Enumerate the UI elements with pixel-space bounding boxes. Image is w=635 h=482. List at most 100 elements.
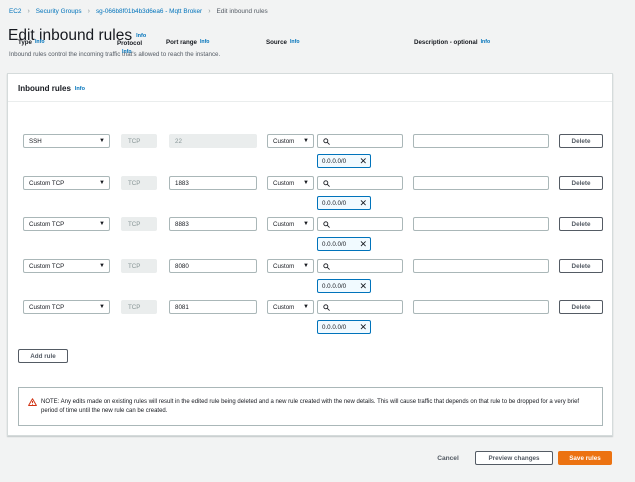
port-range-input: 22: [169, 134, 257, 148]
type-select[interactable]: SSH ▼: [23, 134, 110, 148]
port-range-input[interactable]: 1883: [169, 176, 257, 190]
cidr-token: 0.0.0.0/0 ✕: [317, 154, 371, 168]
description-info-link[interactable]: Info: [481, 39, 491, 45]
breadcrumb-security-groups[interactable]: Security Groups: [36, 8, 82, 15]
column-source-label: Source: [266, 39, 287, 46]
type-select[interactable]: Custom TCP ▼: [23, 300, 110, 314]
type-select[interactable]: Custom TCP ▼: [23, 259, 110, 273]
type-select[interactable]: Custom TCP ▼: [23, 176, 110, 190]
caret-down-icon: ▼: [303, 304, 309, 310]
caret-down-icon: ▼: [99, 180, 105, 186]
close-icon[interactable]: ✕: [359, 156, 367, 167]
close-icon[interactable]: ✕: [359, 322, 367, 333]
column-protocol-label: Protocol: [117, 40, 143, 47]
source-search-input[interactable]: [317, 259, 403, 273]
add-rule-button[interactable]: Add rule: [18, 349, 68, 363]
source-type-select[interactable]: Custom ▼: [267, 300, 314, 314]
inbound-rules-panel: Inbound rules Info: [7, 73, 613, 436]
search-icon: [323, 180, 330, 187]
breadcrumb-ec2[interactable]: EC2: [9, 8, 21, 15]
cidr-value: 0.0.0.0/0: [322, 323, 347, 331]
caret-down-icon: ▼: [99, 221, 105, 227]
port-range-input[interactable]: 8080: [169, 259, 257, 273]
save-rules-button[interactable]: Save rules: [558, 451, 612, 465]
source-search-input[interactable]: [317, 300, 403, 314]
source-search-input[interactable]: [317, 176, 403, 190]
caret-down-icon: ▼: [99, 138, 105, 144]
type-info-link[interactable]: Info: [35, 39, 45, 45]
source-search-input[interactable]: [317, 134, 403, 148]
breadcrumb-security-group[interactable]: sg-066b8f01b4b3d6ea6 - Mqtt Broker: [96, 8, 202, 15]
cidr-token: 0.0.0.0/0 ✕: [317, 320, 371, 334]
delete-button[interactable]: Delete: [559, 134, 603, 148]
chevron-right-icon: ›: [208, 7, 211, 15]
delete-button[interactable]: Delete: [559, 259, 603, 273]
description-input[interactable]: [413, 176, 549, 190]
column-header-type: Type Info: [18, 39, 45, 46]
type-value: Custom TCP: [29, 262, 65, 270]
breadcrumb-current: Edit inbound rules: [216, 7, 268, 15]
source-type-value: Custom: [273, 137, 295, 145]
preview-changes-button[interactable]: Preview changes: [475, 451, 553, 465]
close-icon[interactable]: ✕: [359, 239, 367, 250]
caret-down-icon: ▼: [303, 180, 309, 186]
source-type-select[interactable]: Custom ▼: [267, 259, 314, 273]
delete-button[interactable]: Delete: [559, 217, 603, 231]
panel-title: Inbound rules Info: [18, 84, 85, 93]
cancel-button[interactable]: Cancel: [432, 451, 464, 465]
protocol-info-link[interactable]: Info: [122, 48, 142, 57]
port-range-input[interactable]: 8883: [169, 217, 257, 231]
column-header-protocol: Protocol Info: [117, 39, 142, 57]
caret-down-icon: ▼: [303, 221, 309, 227]
panel-header: Inbound rules Info: [8, 74, 612, 102]
column-header-description: Description - optional Info: [414, 39, 490, 46]
description-input[interactable]: [413, 300, 549, 314]
delete-button[interactable]: Delete: [559, 300, 603, 314]
type-value: Custom TCP: [29, 179, 65, 187]
caret-down-icon: ▼: [99, 263, 105, 269]
search-icon: [323, 304, 330, 311]
search-icon: [323, 138, 330, 145]
source-type-value: Custom: [273, 303, 295, 311]
source-type-value: Custom: [273, 262, 295, 270]
cidr-value: 0.0.0.0/0: [322, 240, 347, 248]
source-type-select[interactable]: Custom ▼: [267, 217, 314, 231]
cidr-token: 0.0.0.0/0 ✕: [317, 279, 371, 293]
protocol-field: TCP: [121, 300, 157, 314]
source-type-select[interactable]: Custom ▼: [267, 176, 314, 190]
column-type-label: Type: [18, 39, 32, 46]
close-icon[interactable]: ✕: [359, 198, 367, 209]
description-input[interactable]: [413, 259, 549, 273]
warning-icon: [28, 398, 37, 406]
cidr-token: 0.0.0.0/0 ✕: [317, 237, 371, 251]
page-description: Inbound rules control the incoming traff…: [9, 51, 221, 58]
type-select[interactable]: Custom TCP ▼: [23, 217, 110, 231]
column-port-label: Port range: [166, 39, 197, 46]
source-info-link[interactable]: Info: [290, 39, 300, 45]
delete-button[interactable]: Delete: [559, 176, 603, 190]
close-icon[interactable]: ✕: [359, 281, 367, 292]
warning-notice: NOTE: Any edits made on existing rules w…: [18, 387, 603, 426]
source-type-select[interactable]: Custom ▼: [267, 134, 314, 148]
source-search-input[interactable]: [317, 217, 403, 231]
caret-down-icon: ▼: [303, 138, 309, 144]
type-value: SSH: [29, 137, 42, 145]
type-value: Custom TCP: [29, 220, 65, 228]
column-header-port-range: Port range Info: [166, 39, 209, 46]
caret-down-icon: ▼: [99, 304, 105, 310]
search-icon: [323, 221, 330, 228]
chevron-right-icon: ›: [87, 7, 90, 15]
column-description-label: Description - optional: [414, 39, 478, 46]
port-info-link[interactable]: Info: [200, 39, 210, 45]
description-input[interactable]: [413, 217, 549, 231]
caret-down-icon: ▼: [303, 263, 309, 269]
search-icon: [323, 263, 330, 270]
panel-info-link[interactable]: Info: [75, 86, 85, 92]
cidr-value: 0.0.0.0/0: [322, 282, 347, 290]
page-info-link[interactable]: Info: [136, 33, 146, 39]
port-range-input[interactable]: 8081: [169, 300, 257, 314]
column-header-source: Source Info: [266, 39, 300, 46]
protocol-field: TCP: [121, 259, 157, 273]
notice-text: NOTE: Any edits made on existing rules w…: [41, 399, 580, 414]
description-input[interactable]: [413, 134, 549, 148]
